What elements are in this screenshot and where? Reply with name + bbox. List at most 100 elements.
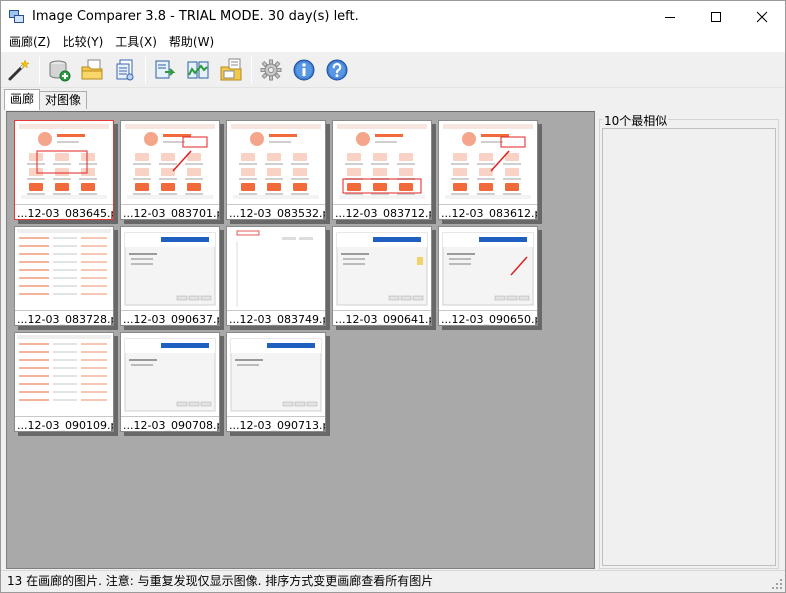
thumbnail-caption: ...12-03_090641.png bbox=[333, 310, 431, 325]
thumbnail-caption: ...12-03_090650.png bbox=[439, 310, 537, 326]
scan-button[interactable] bbox=[110, 56, 139, 85]
wizard-button[interactable] bbox=[4, 56, 33, 85]
tab-gallery[interactable]: 画廊 bbox=[4, 89, 41, 110]
view-tabs: 画廊 对图像 bbox=[4, 89, 88, 110]
tab-image-pair[interactable]: 对图像 bbox=[39, 91, 88, 109]
compare-pair-button[interactable] bbox=[183, 56, 212, 85]
info-button[interactable] bbox=[289, 56, 318, 85]
thumbnail-preview-image bbox=[230, 338, 322, 412]
thumbnail-filename: ...12-03_083712.png bbox=[335, 207, 431, 220]
thumbnail-filename: ...12-03_090637.png bbox=[123, 313, 219, 326]
thumbnail-preview-image bbox=[442, 232, 534, 306]
menu-tools[interactable]: 工具(X) bbox=[109, 32, 163, 52]
thumbnail-caption: ...12-03_090109.png bbox=[15, 416, 113, 431]
thumbnail-card[interactable]: ...12-03_083532.png bbox=[226, 120, 326, 220]
menu-gallery[interactable]: 画廊(Z) bbox=[3, 32, 57, 52]
help-button[interactable] bbox=[322, 56, 351, 85]
thumbnail-caption: ...12-03_083749.png bbox=[227, 310, 325, 326]
toolbar-separator bbox=[39, 56, 40, 84]
gallery-thumbnail[interactable]: ...12-03_090637.png bbox=[120, 226, 224, 330]
thumbnail-card[interactable]: ...12-03_090713.png bbox=[226, 332, 326, 432]
thumbnail-filename: ...12-03_083749.png bbox=[229, 313, 325, 326]
thumbnail-caption: ...12-03_083728.png bbox=[15, 310, 113, 326]
compare-pair-icon bbox=[187, 61, 208, 79]
add-database-icon bbox=[49, 60, 70, 82]
app-window: Image Comparer 3.8 - TRIAL MODE. 30 day(… bbox=[0, 0, 786, 593]
similar-group-title: 10个最相似 bbox=[603, 112, 669, 129]
thumbnail-card[interactable]: ...12-03_090109.png bbox=[14, 332, 114, 432]
thumbnail-card[interactable]: ...12-03_083701.png bbox=[120, 120, 220, 220]
thumbnail-card[interactable]: ...12-03_090641.png bbox=[332, 226, 432, 326]
scan-icon bbox=[116, 59, 133, 81]
thumbnail-preview-image bbox=[124, 338, 216, 412]
thumbnail-caption: ...12-03_083645.png bbox=[15, 204, 113, 220]
add-database-button[interactable] bbox=[44, 56, 73, 85]
menu-compare[interactable]: 比较(Y) bbox=[57, 32, 110, 52]
gallery-thumbnail[interactable]: ...12-03_090641.png bbox=[332, 226, 436, 330]
thumbnail-card[interactable]: ...12-03_083612.png bbox=[438, 120, 538, 220]
thumbnail-preview-image bbox=[19, 124, 109, 199]
similar-list[interactable] bbox=[602, 128, 776, 566]
minimize-button[interactable] bbox=[647, 1, 693, 32]
gallery-thumbnail[interactable]: ...12-03_090650.png bbox=[438, 226, 542, 330]
close-button[interactable] bbox=[739, 1, 785, 32]
thumbnail-filename: ...12-03_090713.png bbox=[229, 419, 325, 432]
compare-button[interactable] bbox=[150, 56, 179, 85]
thumbnail-card[interactable]: ...12-03_090637.png bbox=[120, 226, 220, 326]
toolbar bbox=[1, 53, 785, 88]
menu-help[interactable]: 帮助(W) bbox=[163, 32, 220, 52]
thumbnail-filename: ...12-03_083612.png bbox=[441, 207, 537, 220]
gallery-thumbnail[interactable]: ...12-03_083645.png bbox=[14, 120, 118, 224]
thumbnail-card[interactable]: ...12-03_083712.png bbox=[332, 120, 432, 220]
thumbnail-caption: ...12-03_090708.png bbox=[121, 416, 219, 432]
thumbnail-preview-image bbox=[336, 232, 428, 306]
thumbnail-card[interactable]: ...12-03_090708.png bbox=[120, 332, 220, 432]
thumbnail-card[interactable]: ...12-03_083749.png bbox=[226, 226, 326, 326]
title-bar[interactable]: Image Comparer 3.8 - TRIAL MODE. 30 day(… bbox=[1, 1, 785, 32]
toolbar-separator bbox=[145, 56, 146, 84]
thumbnail-preview-image bbox=[337, 124, 427, 199]
thumbnail-caption: ...12-03_083701.png bbox=[121, 204, 219, 220]
thumbnail-caption: ...12-03_083712.png bbox=[333, 204, 431, 220]
close-icon bbox=[756, 11, 768, 22]
settings-gear-icon bbox=[260, 59, 281, 81]
window-controls bbox=[647, 1, 785, 32]
gallery-thumbnail[interactable]: ...12-03_083749.png bbox=[226, 226, 330, 330]
compare-icon bbox=[155, 60, 175, 79]
thumbnail-preview-image bbox=[443, 124, 533, 199]
thumbnail-card[interactable]: ...12-03_090650.png bbox=[438, 226, 538, 326]
thumbnail-card[interactable]: ...12-03_083645.png bbox=[14, 120, 114, 220]
thumbnail-preview-image bbox=[17, 229, 111, 295]
status-text: 13 在画廊的图片. 注意: 与重复发现仅显示图像. 排序方式变更画廊查看所有图… bbox=[7, 574, 434, 588]
folder-files-button[interactable] bbox=[216, 56, 245, 85]
gallery-thumbnail[interactable]: ...12-03_083701.png bbox=[120, 120, 224, 224]
thumbnail-preview-image bbox=[236, 230, 313, 307]
minimize-icon bbox=[665, 16, 675, 18]
app-icon bbox=[9, 9, 25, 25]
settings-button[interactable] bbox=[256, 56, 285, 85]
thumbnail-filename: ...12-03_090650.png bbox=[441, 313, 537, 326]
gallery-thumbnail[interactable]: ...12-03_083712.png bbox=[332, 120, 436, 224]
gallery-thumbnail[interactable]: ...12-03_083532.png bbox=[226, 120, 330, 224]
gallery-thumbnail[interactable]: ...12-03_083728.png bbox=[14, 226, 118, 330]
thumbnail-card[interactable]: ...12-03_083728.png bbox=[14, 226, 114, 326]
menu-bar: 画廊(Z) 比较(Y) 工具(X) 帮助(W) bbox=[1, 32, 785, 52]
resize-grip-icon[interactable] bbox=[771, 578, 783, 590]
thumbnail-filename: ...12-03_083728.png bbox=[17, 313, 113, 326]
thumbnail-filename: ...12-03_083701.png bbox=[123, 207, 219, 220]
thumbnail-filename: ...12-03_083532.png bbox=[229, 207, 325, 220]
gallery-thumbnail[interactable]: ...12-03_090708.png bbox=[120, 332, 224, 436]
folder-files-icon bbox=[220, 58, 241, 81]
thumbnail-filename: ...12-03_090708.png bbox=[123, 419, 219, 432]
gallery-thumbnail[interactable]: ...12-03_083612.png bbox=[438, 120, 542, 224]
open-folder-button[interactable] bbox=[77, 56, 106, 85]
maximize-button[interactable] bbox=[693, 1, 739, 32]
gallery-thumbnail[interactable]: ...12-03_090713.png bbox=[226, 332, 330, 436]
thumbnail-preview-image bbox=[124, 232, 216, 306]
gallery-panel[interactable]: ...12-03_083645.png ...12-03_083701.png..… bbox=[6, 111, 595, 569]
thumbnail-preview-image bbox=[125, 124, 215, 199]
thumbnail-preview-image bbox=[231, 124, 321, 199]
thumbnail-filename: ...12-03_083645.png bbox=[17, 207, 113, 220]
open-folder-icon bbox=[81, 59, 102, 80]
gallery-thumbnail[interactable]: ...12-03_090109.png bbox=[14, 332, 118, 436]
